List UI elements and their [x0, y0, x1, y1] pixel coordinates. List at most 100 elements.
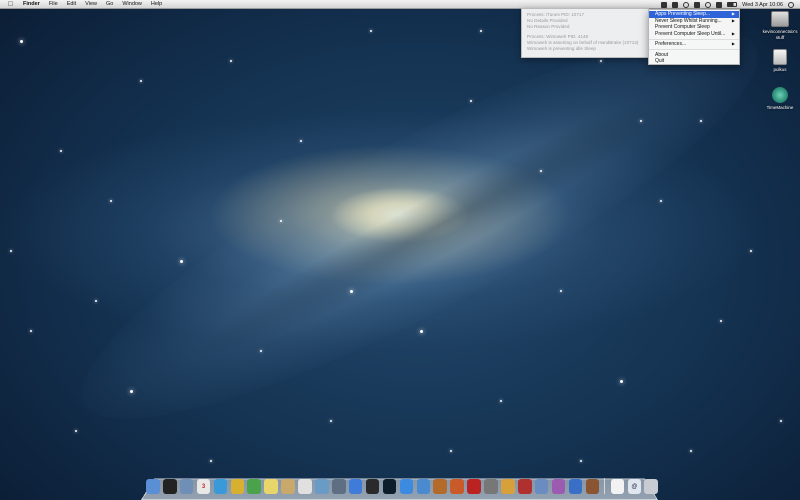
terminal-icon[interactable]	[162, 479, 177, 494]
calendar-icon[interactable]: 3	[196, 479, 211, 494]
email-at-icon[interactable]: @	[627, 479, 642, 494]
menu-file[interactable]: File	[49, 0, 58, 9]
desktop-icon-usb-drive[interactable]: pulkus	[760, 49, 800, 73]
apps-preventing-sleep-panel: Process: iTunes PID: 10717 No Details Pro…	[521, 8, 649, 58]
star	[30, 330, 32, 332]
sync-icon[interactable]	[683, 1, 690, 8]
star	[110, 200, 112, 202]
star	[230, 60, 232, 62]
app-icon[interactable]	[672, 1, 679, 8]
bluetooth-icon[interactable]	[694, 1, 701, 8]
menu-separator	[649, 38, 739, 40]
menu-edit[interactable]: Edit	[67, 0, 76, 9]
apple-logo-icon[interactable]: 	[6, 0, 15, 9]
star	[300, 140, 302, 142]
filemerge-icon[interactable]	[501, 479, 515, 494]
trash-icon[interactable]	[644, 479, 659, 494]
colorsync-icon[interactable]	[551, 479, 566, 494]
star	[10, 250, 12, 252]
menu-separator	[649, 49, 739, 50]
transmit-icon[interactable]	[433, 479, 448, 494]
tools-icon[interactable]	[348, 479, 363, 494]
info-line: Wimoweh is preventing idle Sleep	[527, 46, 596, 51]
star	[20, 40, 23, 43]
star	[720, 320, 722, 322]
star	[95, 300, 97, 302]
desktop-icon-label: kevinconnectsix's stuff	[762, 29, 798, 40]
star	[660, 200, 662, 202]
menu-item-quit[interactable]: Quit	[649, 58, 739, 65]
dock-separator	[604, 478, 606, 494]
star	[600, 60, 602, 62]
star	[750, 250, 752, 252]
menu-item-label: Preferences...	[655, 41, 687, 47]
notes-icon[interactable]	[264, 479, 278, 494]
menu-go[interactable]: Go	[106, 0, 113, 9]
menu-clock[interactable]: Wed 3 Apr 10:06	[742, 2, 783, 8]
dock: 3 @	[146, 474, 659, 494]
spotlight-icon[interactable]	[788, 1, 794, 8]
star	[280, 220, 282, 222]
app-store-icon[interactable]	[399, 479, 414, 494]
evernote-icon[interactable]	[247, 479, 262, 494]
document-icon[interactable]	[610, 479, 625, 494]
desktop-icon-time-machine[interactable]: TimeMachine	[760, 87, 800, 111]
star	[60, 150, 62, 152]
galaxy-band	[44, 0, 796, 479]
menu-app-name[interactable]: Finder	[23, 0, 40, 9]
caffeine-icon[interactable]	[661, 1, 668, 8]
menu-item-label: Apps Preventing Sleep...	[655, 11, 711, 17]
submenu-arrow-icon: ▶	[731, 30, 735, 36]
menu-help[interactable]: Help	[151, 0, 162, 9]
dictionary-icon[interactable]	[585, 479, 600, 494]
activity-monitor-icon[interactable]	[382, 479, 397, 494]
desktop-icon-label: TimeMachine	[766, 105, 794, 110]
photos-icon[interactable]	[281, 479, 295, 494]
pixelmator-icon[interactable]	[315, 479, 329, 494]
star	[470, 100, 472, 102]
menu-item-label: About	[655, 51, 669, 58]
star	[75, 430, 77, 432]
menu-bar:  Finder File Edit View Go Window Help Wed 3 …	[0, 0, 800, 9]
usb-drive-icon	[773, 49, 787, 65]
menu-item-preferences[interactable]: Preferences... ▶	[649, 41, 739, 48]
star	[640, 120, 642, 122]
battery-icon[interactable]	[727, 2, 738, 7]
status-dropdown-menu: Apps Preventing Sleep... ▶ Never Sleep Whi…	[648, 9, 740, 65]
globe-icon[interactable]	[213, 479, 228, 494]
menu-item-label: Quit	[655, 58, 665, 64]
wifi-icon[interactable]	[705, 1, 712, 8]
menu-window[interactable]: Window	[122, 0, 142, 9]
star	[420, 330, 423, 333]
itunes-icon[interactable]	[568, 479, 583, 494]
menu-items: Finder File Edit View Go Window Help	[23, 0, 162, 9]
preview-icon[interactable]	[179, 479, 194, 494]
chrome-icon[interactable]	[230, 479, 245, 494]
console-icon[interactable]	[365, 479, 380, 494]
star	[350, 290, 353, 293]
star	[500, 400, 502, 402]
process-block-itunes: Process: iTunes PID: 10717 No Details Pro…	[527, 12, 643, 30]
letter-icon[interactable]	[298, 479, 312, 494]
time-machine-icon	[772, 87, 788, 103]
growl-icon[interactable]	[450, 479, 464, 494]
star	[130, 390, 133, 393]
photo-booth-icon[interactable]	[517, 479, 532, 494]
menu-item-prevent-computer-sleep-until[interactable]: Prevent Computer Sleep Until... ▶	[649, 31, 739, 38]
desktop-icon-hard-drive[interactable]: kevinconnectsix's stuff	[760, 11, 800, 40]
submenu-arrow-icon: ▶	[731, 41, 735, 46]
star	[580, 460, 582, 462]
xcode-icon[interactable]	[416, 479, 431, 494]
status-area: Wed 3 Apr 10:06	[661, 0, 794, 9]
flashcard-icon[interactable]	[467, 479, 481, 494]
star	[260, 350, 262, 352]
process-block-wimoweh: Process: Wimoweh PID: 4148 Wimoweh is ass…	[527, 34, 643, 52]
finder-icon[interactable]	[146, 479, 160, 494]
star	[620, 380, 623, 383]
menu-view[interactable]: View	[85, 0, 97, 9]
automator-icon[interactable]	[331, 479, 346, 494]
volume-icon[interactable]	[716, 1, 723, 8]
camera-icon[interactable]	[484, 479, 498, 494]
star	[370, 30, 372, 32]
iphoto-icon[interactable]	[534, 479, 549, 494]
